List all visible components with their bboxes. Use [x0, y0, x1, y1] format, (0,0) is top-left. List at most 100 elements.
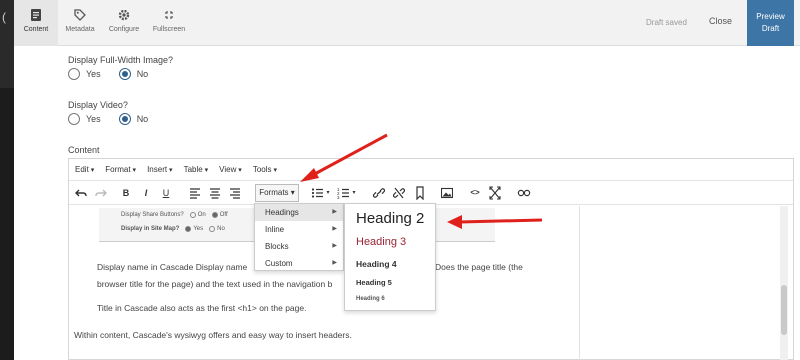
mode-fullscreen-button[interactable]: Fullscreen — [146, 0, 192, 46]
bullet-list-icon[interactable] — [311, 186, 323, 200]
anchor-link-icon[interactable] — [517, 186, 531, 200]
paragraph1-right: Does the page title (the — [435, 262, 523, 272]
align-right-icon[interactable] — [229, 186, 241, 200]
display-video-yes-option[interactable]: Yes — [68, 113, 101, 125]
heading-3-option[interactable]: Heading 3 — [356, 236, 406, 248]
chevron-right-icon: ▶ — [332, 209, 337, 215]
heading-5-option[interactable]: Heading 5 — [356, 278, 392, 287]
radio-yes[interactable] — [68, 113, 80, 125]
preview-line2: Draft — [761, 24, 780, 33]
formats-item-label: Blocks — [265, 242, 289, 251]
chevron-right-icon: ▶ — [332, 226, 337, 232]
mode-metadata-label: Metadata — [65, 26, 95, 33]
menu-table[interactable]: Table — [184, 165, 209, 174]
paragraph3: Within content, Cascade's wysiwyg offers… — [74, 330, 352, 340]
full-width-image-radio-group: Yes No — [68, 68, 166, 80]
menu-format[interactable]: Format — [105, 165, 136, 174]
heading-2-option[interactable]: Heading 2 — [356, 210, 424, 227]
content-label: Content — [68, 145, 100, 155]
formats-item-label: Inline — [265, 225, 285, 234]
display-video-label: Display Video? — [68, 100, 128, 110]
mini-radio-checked — [211, 212, 218, 218]
mini-radio-checked — [185, 226, 192, 232]
editor-scrollbar[interactable] — [780, 206, 788, 360]
menu-edit[interactable]: Edit — [75, 165, 94, 174]
align-center-icon[interactable] — [209, 186, 221, 200]
formats-item-inline[interactable]: Inline ▶ — [255, 221, 343, 238]
underline-icon[interactable]: U — [161, 186, 171, 200]
radio-yes[interactable] — [68, 68, 80, 80]
embedded-sitemap-label: Display in Site Map? — [121, 226, 180, 232]
display-video-no-option[interactable]: No — [118, 113, 149, 125]
mode-configure-label: Configure — [108, 26, 140, 33]
app-sidebar-strip: ( — [0, 0, 14, 360]
embedded-share-on: On — [197, 212, 206, 218]
italic-icon[interactable]: I — [141, 186, 151, 200]
headings-submenu: Heading 2 Heading 3 Heading 4 Heading 5 … — [344, 203, 436, 311]
menu-insert[interactable]: Insert — [147, 165, 172, 174]
preview-draft-button[interactable]: Preview Draft — [747, 0, 794, 46]
menu-tools[interactable]: Tools — [253, 165, 277, 174]
formats-item-custom[interactable]: Custom ▶ — [255, 255, 343, 272]
formats-dropdown-button[interactable]: Formats ▾ — [255, 184, 299, 202]
full-width-image-yes-option[interactable]: Yes — [68, 68, 101, 80]
formats-item-label: Custom — [265, 259, 293, 268]
sidebar-lower — [0, 88, 14, 360]
radio-yes-label: Yes — [86, 69, 101, 79]
radio-no-label: No — [136, 114, 149, 124]
unlink-icon[interactable] — [393, 186, 405, 200]
mode-content-button[interactable]: Content — [14, 0, 58, 46]
mini-radio — [189, 212, 196, 218]
undo-icon[interactable] — [75, 186, 87, 200]
close-button[interactable]: Close — [709, 16, 732, 26]
embedded-sitemap-yes: Yes — [193, 226, 204, 232]
paragraph1-left: Display name in Cascade Display name — [97, 262, 248, 272]
formats-menu: Headings ▶ Inline ▶ Blocks ▶ Custom ▶ — [254, 203, 344, 271]
bookmark-icon[interactable] — [415, 186, 425, 200]
editor-scrollbar-thumb[interactable] — [781, 285, 787, 335]
heading-6-option[interactable]: Heading 6 — [356, 296, 385, 302]
editor-menubar: Edit Format Insert Table View Tools — [69, 159, 793, 181]
mode-metadata-button[interactable]: Metadata — [58, 0, 102, 46]
full-width-image-no-option[interactable]: No — [118, 68, 148, 80]
mode-fullscreen-label: Fullscreen — [152, 26, 186, 33]
editor-top-toolbar: Content Metadata Configure Fullscreen Dr… — [14, 0, 800, 46]
mode-content-label: Content — [23, 26, 49, 33]
bold-icon[interactable]: B — [121, 186, 131, 200]
svg-text:3: 3 — [337, 195, 340, 200]
embedded-share-off: Off — [219, 212, 228, 218]
source-code-icon[interactable]: <> — [469, 186, 481, 200]
link-icon[interactable] — [373, 186, 385, 200]
paragraph1-line2: browser title for the page) and the text… — [97, 279, 333, 289]
fullscreen-editor-icon[interactable] — [489, 186, 501, 200]
radio-yes-label: Yes — [86, 114, 101, 124]
redo-icon[interactable] — [95, 186, 107, 200]
mini-radio — [209, 226, 216, 232]
formats-label: Formats — [259, 188, 289, 197]
numbered-list-icon[interactable]: 123 — [337, 186, 349, 200]
paragraph2: Title in Cascade also acts as the first … — [97, 303, 307, 313]
formats-item-headings[interactable]: Headings ▶ — [255, 204, 343, 221]
document-icon — [31, 9, 41, 21]
mode-configure-button[interactable]: Configure — [102, 0, 146, 46]
align-left-icon[interactable] — [189, 186, 201, 200]
gear-icon — [118, 9, 130, 21]
draft-saved-status: Draft saved — [646, 18, 687, 27]
embedded-sitemap-row: Display in Site Map? Yes No — [121, 226, 225, 232]
numbered-list-chevron-icon[interactable]: ▾ — [351, 186, 357, 200]
editor-toolbar: B I U Formats ▾ ▾ 123 ▾ <> — [69, 181, 793, 205]
editor-divider — [579, 206, 580, 360]
formats-item-blocks[interactable]: Blocks ▶ — [255, 238, 343, 255]
preview-line1: Preview — [756, 12, 785, 21]
formats-item-label: Headings — [265, 208, 299, 217]
radio-no-checked[interactable] — [118, 113, 131, 125]
radio-no-checked[interactable] — [118, 68, 131, 80]
app-logo-icon: ( — [2, 10, 6, 24]
image-icon[interactable] — [441, 186, 453, 200]
chevron-down-icon: ▾ — [290, 188, 295, 197]
heading-4-option[interactable]: Heading 4 — [356, 259, 397, 269]
bullet-list-chevron-icon[interactable]: ▾ — [325, 186, 331, 200]
full-width-image-label: Display Full-Width Image? — [68, 55, 174, 65]
menu-view[interactable]: View — [219, 165, 242, 174]
embedded-sitemap-no: No — [217, 226, 225, 232]
